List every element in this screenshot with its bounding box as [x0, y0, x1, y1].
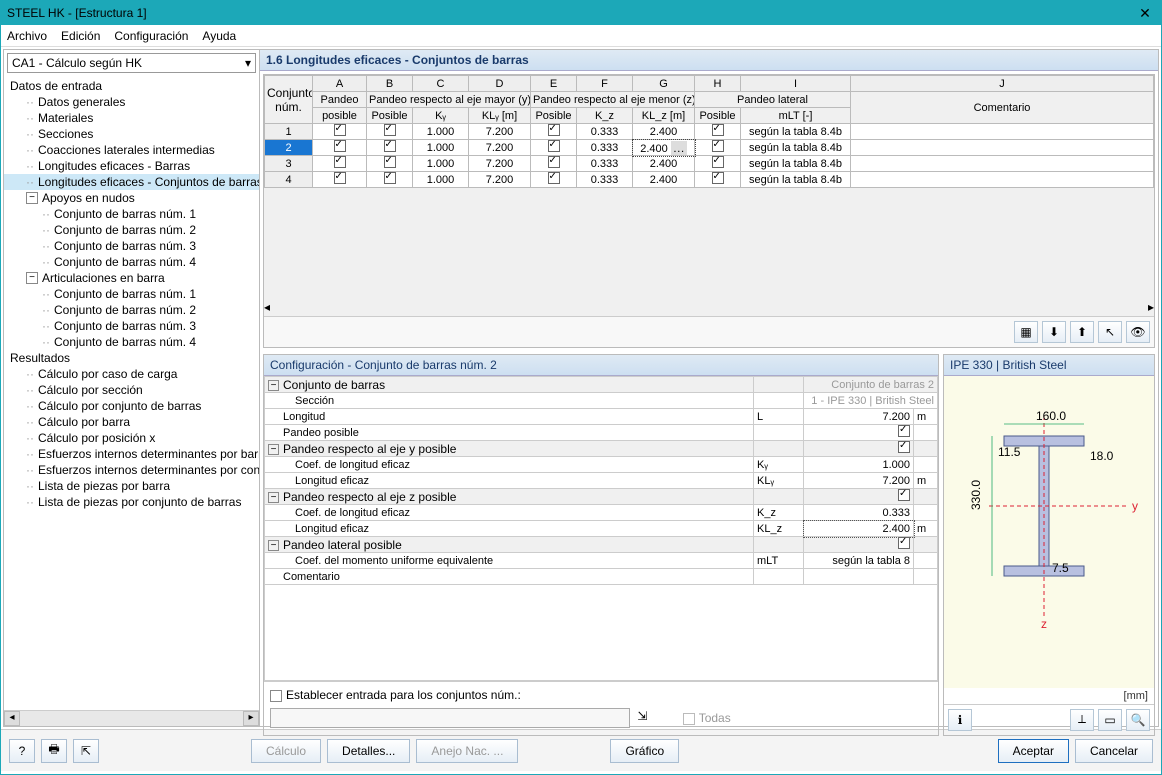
- calculo-button[interactable]: Cálculo: [251, 739, 321, 763]
- preview-title: IPE 330 | British Steel: [944, 355, 1154, 376]
- sidebar: CA1 - Cálculo según HK ▾ Datos de entrad…: [4, 50, 260, 726]
- table-row[interactable]: 41.0007.2000.3332.400según la tabla 8.4b: [265, 172, 1154, 188]
- svg-text:330.0: 330.0: [969, 480, 983, 510]
- tree-artic-1[interactable]: ··Conjunto de barras núm. 1: [4, 286, 259, 302]
- tree-coacciones[interactable]: ··Coacciones laterales intermedias: [4, 142, 259, 158]
- pz-checkbox[interactable]: [898, 489, 910, 501]
- panel-title: 1.6 Longitudes eficaces - Conjuntos de b…: [260, 50, 1158, 71]
- tree-lef-barras[interactable]: ··Longitudes eficaces - Barras: [4, 158, 259, 174]
- grid-toolbar: ▦ ⬇ ⬆ ↖ 👁: [264, 316, 1154, 347]
- title-bar: STEEL HK - [Estructura 1] ✕: [1, 1, 1161, 25]
- case-dropdown[interactable]: CA1 - Cálculo según HK ▾: [7, 53, 256, 73]
- sidebar-scrollbar[interactable]: ◂▸: [4, 710, 259, 726]
- grafico-button[interactable]: Gráfico: [610, 739, 679, 763]
- establish-row: Establecer entrada para los conjuntos nú…: [264, 681, 938, 735]
- menu-ayuda[interactable]: Ayuda: [202, 29, 236, 43]
- detalles-button[interactable]: Detalles...: [327, 739, 410, 763]
- svg-text:y: y: [1132, 499, 1138, 513]
- eye-icon[interactable]: 👁: [1126, 321, 1150, 343]
- config-header: Configuración - Conjunto de barras núm. …: [264, 355, 938, 376]
- pp-checkbox[interactable]: [898, 425, 910, 437]
- cancelar-button[interactable]: Cancelar: [1075, 739, 1153, 763]
- frame-icon[interactable]: ▭: [1098, 709, 1122, 731]
- window-title: STEEL HK - [Estructura 1]: [7, 6, 1135, 20]
- tree-generales[interactable]: ··Datos generales: [4, 94, 259, 110]
- config-panel: Configuración - Conjunto de barras núm. …: [263, 354, 939, 736]
- svg-text:7.5: 7.5: [1052, 561, 1069, 575]
- svg-text:18.0: 18.0: [1090, 449, 1114, 463]
- tree-apoyos-2[interactable]: ··Conjunto de barras núm. 2: [4, 222, 259, 238]
- case-dropdown-value: CA1 - Cálculo según HK: [12, 56, 142, 70]
- tree-materiales[interactable]: ··Materiales: [4, 110, 259, 126]
- tree-apoyos-4[interactable]: ··Conjunto de barras núm. 4: [4, 254, 259, 270]
- tree-r7[interactable]: ··Esfuerzos internos determinantes por c…: [4, 462, 259, 478]
- tree-apoyos-3[interactable]: ··Conjunto de barras núm. 3: [4, 238, 259, 254]
- tree-artic-2[interactable]: ··Conjunto de barras núm. 2: [4, 302, 259, 318]
- grid-scrollbar[interactable]: ◂▸: [264, 300, 1154, 316]
- menu-edicion[interactable]: Edición: [61, 29, 100, 43]
- tree-datos[interactable]: Datos de entrada: [4, 78, 259, 94]
- menu-config[interactable]: Configuración: [114, 29, 188, 43]
- pick-icon[interactable]: ↖: [1098, 321, 1122, 343]
- establish-checkbox[interactable]: [270, 690, 282, 702]
- py-checkbox[interactable]: [898, 441, 910, 453]
- tree-r3[interactable]: ··Cálculo por conjunto de barras: [4, 398, 259, 414]
- print-icon[interactable]: 🖶: [41, 739, 67, 763]
- tree-r6[interactable]: ··Esfuerzos internos determinantes por b…: [4, 446, 259, 462]
- tree-r2[interactable]: ··Cálculo por sección: [4, 382, 259, 398]
- svg-text:z: z: [1041, 617, 1047, 631]
- table-row[interactable]: 21.0007.2000.3332.400 …según la tabla 8.…: [265, 140, 1154, 156]
- menu-bar: Archivo Edición Configuración Ayuda: [1, 25, 1161, 47]
- help-icon[interactable]: ?: [9, 739, 35, 763]
- export-excel-icon[interactable]: ⬇: [1042, 321, 1066, 343]
- preview-panel: IPE 330 | British Steel y z: [943, 354, 1155, 736]
- tree-apoyos[interactable]: −Apoyos en nudos: [4, 190, 259, 206]
- tree-artic[interactable]: −Articulaciones en barra: [4, 270, 259, 286]
- main-grid: Conjuntonúm. A B C D E F G H I J Pandeo …: [263, 74, 1155, 348]
- tree-apoyos-1[interactable]: ··Conjunto de barras núm. 1: [4, 206, 259, 222]
- section-preview: y z 160.0 330.0 11.5 18.0 7.5: [944, 376, 1154, 688]
- chevron-down-icon: ▾: [245, 56, 251, 70]
- aceptar-button[interactable]: Aceptar: [998, 739, 1069, 763]
- tree-lef-conjuntos[interactable]: ··Longitudes eficaces - Conjuntos de bar…: [4, 174, 259, 190]
- tool-1-icon[interactable]: ▦: [1014, 321, 1038, 343]
- zoom-icon[interactable]: 🔍: [1126, 709, 1150, 731]
- unit-label: [mm]: [944, 688, 1154, 704]
- tree-r5[interactable]: ··Cálculo por posición x: [4, 430, 259, 446]
- tree-artic-3[interactable]: ··Conjunto de barras núm. 3: [4, 318, 259, 334]
- export-icon[interactable]: ⇱: [73, 739, 99, 763]
- table-row[interactable]: 11.0007.2000.3332.400según la tabla 8.4b: [265, 124, 1154, 140]
- establish-input[interactable]: [270, 708, 630, 728]
- anejo-button[interactable]: Anejo Nac. ...: [416, 739, 518, 763]
- tree-artic-4[interactable]: ··Conjunto de barras núm. 4: [4, 334, 259, 350]
- tree-r4[interactable]: ··Cálculo por barra: [4, 414, 259, 430]
- nav-tree: Datos de entrada ··Datos generales ··Mat…: [4, 76, 259, 710]
- close-icon[interactable]: ✕: [1135, 5, 1155, 22]
- tree-r9[interactable]: ··Lista de piezas por conjunto de barras: [4, 494, 259, 510]
- axis-icon[interactable]: ⟂: [1070, 709, 1094, 731]
- menu-archivo[interactable]: Archivo: [7, 29, 47, 43]
- apply-icon[interactable]: ⇲: [637, 709, 659, 729]
- import-excel-icon[interactable]: ⬆: [1070, 321, 1094, 343]
- table-row[interactable]: 31.0007.2000.3332.400según la tabla 8.4b: [265, 156, 1154, 172]
- svg-text:11.5: 11.5: [998, 445, 1021, 459]
- plat-checkbox[interactable]: [898, 537, 910, 549]
- info-icon[interactable]: ℹ: [948, 709, 972, 731]
- svg-text:160.0: 160.0: [1036, 409, 1066, 423]
- tree-r1[interactable]: ··Cálculo por caso de carga: [4, 366, 259, 382]
- tree-secciones[interactable]: ··Secciones: [4, 126, 259, 142]
- properties-grid[interactable]: −Conjunto de barrasConjunto de barras 2 …: [264, 376, 938, 681]
- col-conjunto[interactable]: Conjuntonúm.: [265, 76, 313, 124]
- tree-resultados[interactable]: Resultados: [4, 350, 259, 366]
- tree-r8[interactable]: ··Lista de piezas por barra: [4, 478, 259, 494]
